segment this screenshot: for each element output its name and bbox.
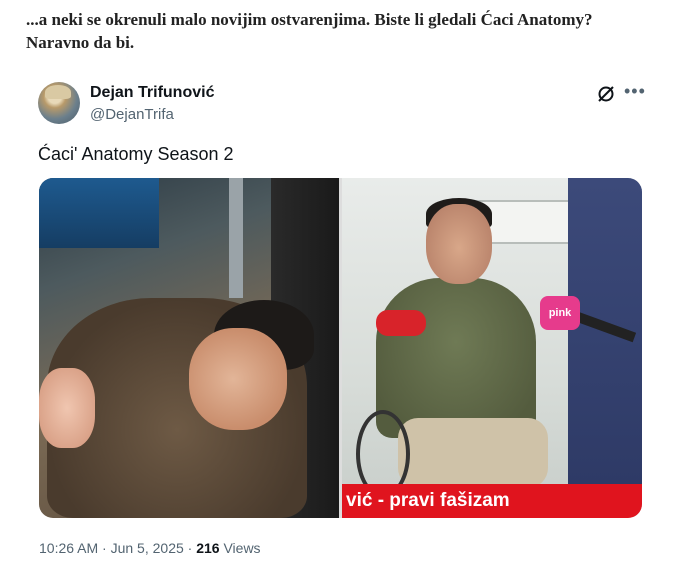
media-photo-right[interactable]: pink vić - pravi fašizam bbox=[342, 178, 642, 518]
views-label: Views bbox=[223, 540, 261, 556]
grok-icon[interactable] bbox=[596, 84, 616, 104]
iv-pole bbox=[229, 178, 243, 298]
tweet-meta: 10:26 AM · Jun 5, 2025 · 216 Views bbox=[39, 540, 261, 556]
patient-pants bbox=[398, 418, 548, 488]
embedded-tweet[interactable]: Dejan Trifunović @DejanTrifa ••• Ćaci' A… bbox=[22, 62, 662, 576]
article-intro: ...a neki se okrenuli malo novijim ostva… bbox=[26, 8, 666, 54]
tweet-timestamp[interactable]: 10:26 AM · Jun 5, 2025 · bbox=[39, 540, 192, 556]
tweet-text: Ćaci' Anatomy Season 2 bbox=[38, 144, 234, 164]
patient-head bbox=[426, 204, 492, 284]
author-display-name[interactable]: Dejan Trifunović bbox=[90, 84, 214, 102]
hand bbox=[39, 368, 95, 448]
article-intro-line-1: ...a neki se okrenuli malo novijim ostva… bbox=[26, 10, 593, 29]
avatar-hat bbox=[45, 85, 71, 99]
views-count: 216 bbox=[196, 540, 220, 556]
more-options-icon[interactable]: ••• bbox=[624, 82, 645, 104]
patient-shirt bbox=[376, 278, 536, 438]
microphone-pink: pink bbox=[540, 296, 580, 330]
author-handle[interactable]: @DejanTrifa bbox=[90, 106, 174, 123]
patient-face bbox=[189, 328, 287, 430]
tv-caption-text: vić - pravi fašizam bbox=[346, 490, 510, 511]
article-intro-line-2: Naravno da bi. bbox=[26, 33, 135, 52]
media-photo-left[interactable] bbox=[39, 178, 339, 518]
avatar[interactable] bbox=[38, 82, 80, 124]
medical-equipment bbox=[39, 178, 159, 248]
tweet-media[interactable]: pink vić - pravi fašizam bbox=[39, 178, 642, 518]
tv-caption-bar: vić - pravi fašizam bbox=[342, 484, 642, 518]
microphone-red bbox=[376, 310, 426, 336]
